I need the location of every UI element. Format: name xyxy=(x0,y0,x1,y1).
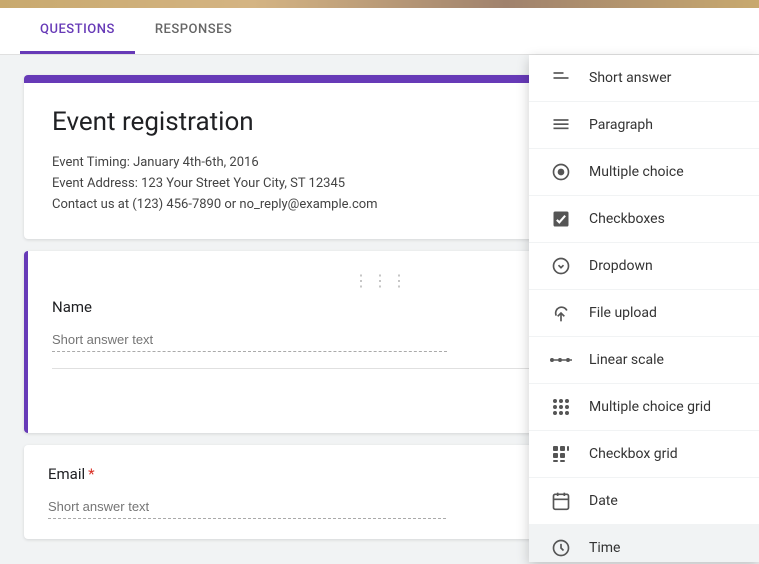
file-upload-icon xyxy=(549,301,573,325)
dropdown-item-file-upload[interactable]: File upload xyxy=(529,290,759,337)
dropdown-label-checkboxes: Checkboxes xyxy=(589,211,665,227)
checkboxes-icon xyxy=(549,207,573,231)
dropdown-item-dropdown[interactable]: Dropdown xyxy=(529,243,759,290)
dropdown-icon xyxy=(549,254,573,278)
dropdown-item-checkboxes[interactable]: Checkboxes xyxy=(529,196,759,243)
dropdown-label-time: Time xyxy=(589,540,620,556)
dropdown-item-time[interactable]: Time xyxy=(529,525,759,562)
multiple-choice-grid-icon xyxy=(549,395,573,419)
paragraph-icon xyxy=(549,113,573,137)
tab-questions[interactable]: QUESTIONS xyxy=(20,8,135,54)
dropdown-label-file-upload: File upload xyxy=(589,305,657,321)
dropdown-item-linear-scale[interactable]: Linear scale xyxy=(529,337,759,384)
dropdown-item-multiple-choice[interactable]: Multiple choice xyxy=(529,149,759,196)
header-image-bar xyxy=(0,0,759,8)
dropdown-label-paragraph: Paragraph xyxy=(589,117,653,133)
time-icon xyxy=(549,536,573,560)
dropdown-label-short-answer: Short answer xyxy=(589,70,671,86)
dropdown-label-dropdown: Dropdown xyxy=(589,258,653,274)
question-type-dropdown: Short answer Paragraph Multiple choic xyxy=(529,55,759,562)
required-marker: * xyxy=(88,465,94,483)
tab-responses[interactable]: RESPONSES xyxy=(135,8,252,54)
dropdown-item-short-answer[interactable]: Short answer xyxy=(529,55,759,102)
dropdown-label-date: Date xyxy=(589,493,618,509)
dropdown-item-multiple-choice-grid[interactable]: Multiple choice grid xyxy=(529,384,759,431)
tabs-bar: QUESTIONS RESPONSES xyxy=(0,8,759,55)
date-icon xyxy=(549,489,573,513)
multiple-choice-icon xyxy=(549,160,573,184)
dropdown-item-checkbox-grid[interactable]: Checkbox grid xyxy=(529,431,759,478)
dropdown-item-date[interactable]: Date xyxy=(529,478,759,525)
main-content: Event registration Event Timing: January… xyxy=(0,55,759,562)
dropdown-item-paragraph[interactable]: Paragraph xyxy=(529,102,759,149)
dropdown-label-multiple-choice-grid: Multiple choice grid xyxy=(589,399,711,415)
linear-scale-icon xyxy=(549,348,573,372)
question-input-email[interactable] xyxy=(48,495,446,519)
dropdown-label-checkbox-grid: Checkbox grid xyxy=(589,446,678,462)
dropdown-label-multiple-choice: Multiple choice xyxy=(589,164,684,180)
checkbox-grid-icon xyxy=(549,442,573,466)
dropdown-label-linear-scale: Linear scale xyxy=(589,352,664,368)
question-input-name[interactable] xyxy=(52,328,447,352)
short-answer-icon xyxy=(549,66,573,90)
